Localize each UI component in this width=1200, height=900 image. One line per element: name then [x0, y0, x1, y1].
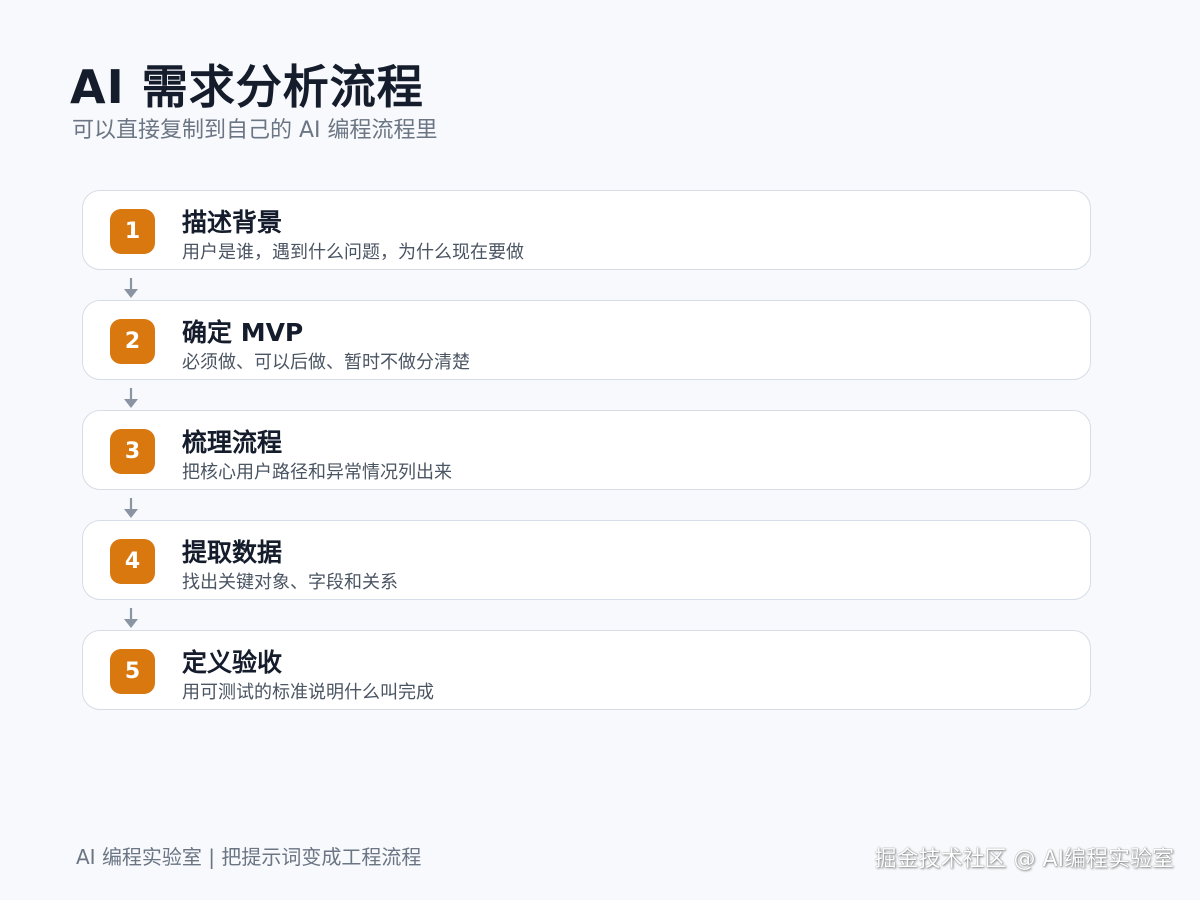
step-card-2: 2 确定 MVP 必须做、可以后做、暂时不做分清楚 [82, 300, 1091, 380]
page-title: AI 需求分析流程 [70, 60, 424, 114]
step-card-4: 4 提取数据 找出关键对象、字段和关系 [82, 520, 1091, 600]
step-description: 必须做、可以后做、暂时不做分清楚 [182, 352, 470, 373]
step-title: 定义验收 [182, 648, 283, 677]
down-arrow-icon [124, 498, 138, 518]
down-arrow-icon [124, 278, 138, 298]
step-card-3: 3 梳理流程 把核心用户路径和异常情况列出来 [82, 410, 1091, 490]
step-number-badge: 5 [110, 649, 155, 694]
step-description: 找出关键对象、字段和关系 [182, 572, 398, 593]
down-arrow-icon [124, 388, 138, 408]
step-title: 确定 MVP [182, 318, 304, 347]
step-card-5: 5 定义验收 用可测试的标准说明什么叫完成 [82, 630, 1091, 710]
step-description: 把核心用户路径和异常情况列出来 [182, 462, 452, 483]
step-number-badge: 4 [110, 539, 155, 584]
footer-caption: AI 编程实验室 | 把提示词变成工程流程 [76, 845, 422, 869]
step-card-1: 1 描述背景 用户是谁，遇到什么问题，为什么现在要做 [82, 190, 1091, 270]
step-title: 梳理流程 [182, 428, 283, 457]
step-number-badge: 2 [110, 319, 155, 364]
page-subtitle: 可以直接复制到自己的 AI 编程流程里 [72, 118, 438, 143]
step-description: 用户是谁，遇到什么问题，为什么现在要做 [182, 242, 524, 263]
step-number-badge: 3 [110, 429, 155, 474]
step-title: 描述背景 [182, 208, 283, 237]
step-number-badge: 1 [110, 209, 155, 254]
step-title: 提取数据 [182, 538, 283, 567]
watermark: 掘金技术社区 @ AI编程实验室 [874, 847, 1174, 872]
down-arrow-icon [124, 608, 138, 628]
step-description: 用可测试的标准说明什么叫完成 [182, 682, 434, 703]
